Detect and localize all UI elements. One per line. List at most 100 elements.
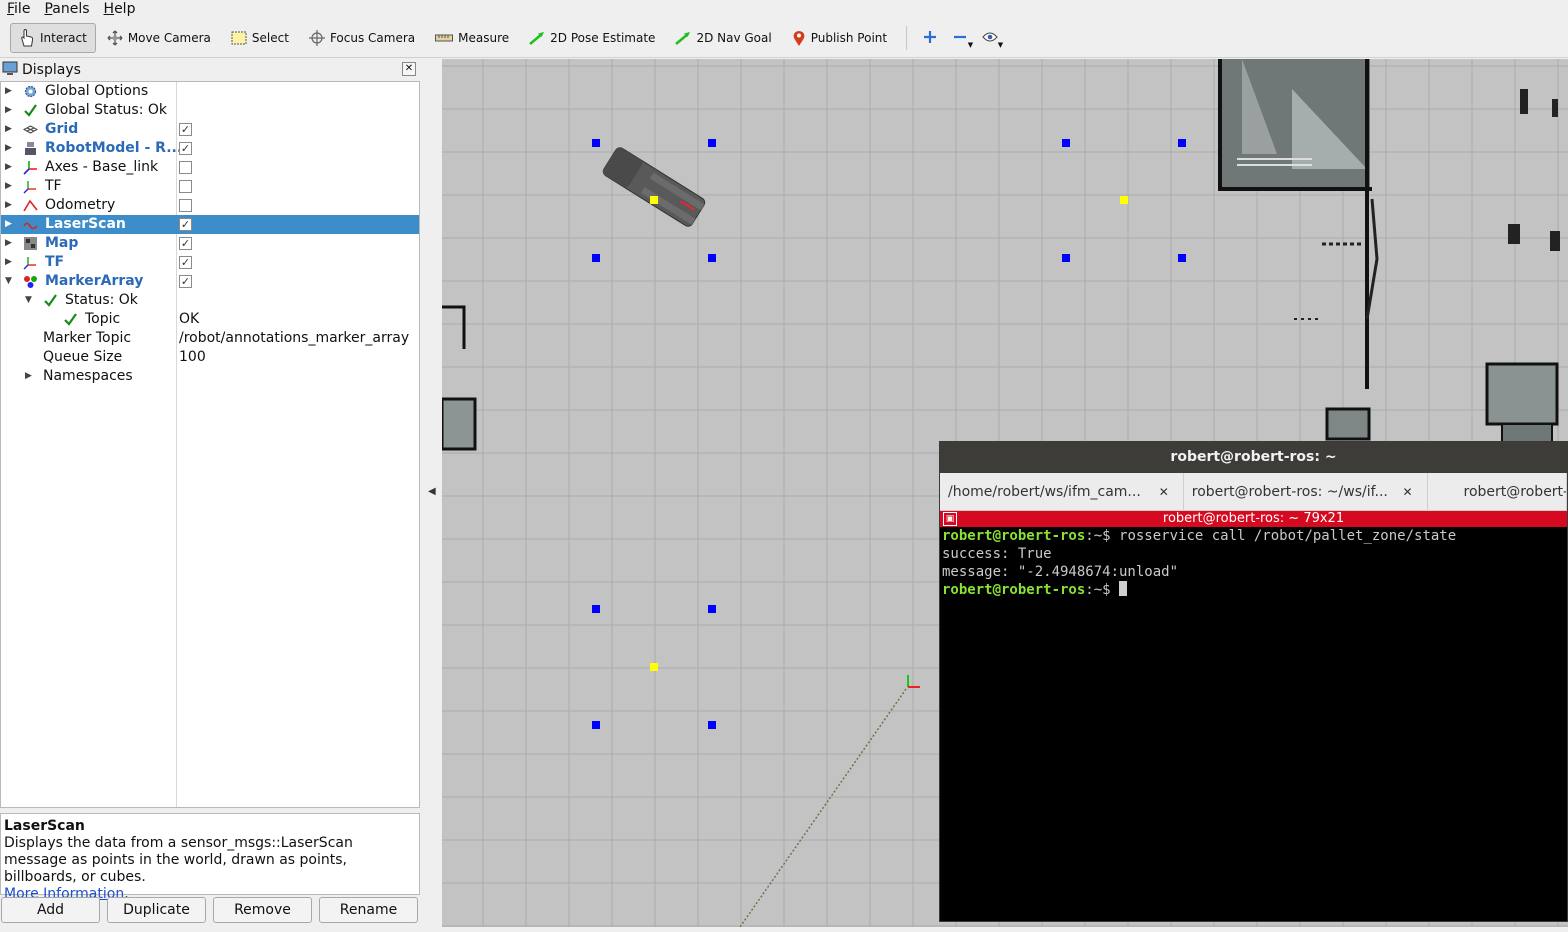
display-row-tf[interactable]: ▶ TF [1, 177, 419, 196]
terminal-window[interactable]: robert@robert-ros: ~ /home/robert/ws/ifm… [939, 441, 1568, 922]
marker-point-blue [592, 605, 600, 613]
terminal-output[interactable]: robert@robert-ros:~$ rosservice call /ro… [940, 527, 1567, 599]
display-row-label: Odometry [45, 197, 116, 213]
terminal-tab-2[interactable]: robert@robert-ros: ~/ws/if... ✕ [1184, 473, 1428, 510]
panel-splitter[interactable]: ◀ [420, 59, 442, 927]
marker-point-blue [1178, 139, 1186, 147]
monitor-icon [2, 61, 18, 80]
enable-checkbox[interactable]: ✓ [179, 123, 192, 136]
tool-2d-pose-estimate[interactable]: 2D Pose Estimate [520, 23, 664, 53]
display-row-label: Namespaces [43, 368, 133, 384]
display-row-tf[interactable]: ▶ TF ✓ [1, 253, 419, 272]
close-panel-button[interactable]: ✕ [402, 62, 416, 76]
marker-point-blue [708, 721, 716, 729]
marker-point-blue [708, 605, 716, 613]
collapse-arrow-icon[interactable]: ▶ [5, 215, 15, 234]
display-row-value[interactable]: /robot/annotations_marker_array [179, 329, 409, 348]
display-row-queue-size[interactable]: Queue Size 100 [1, 348, 419, 367]
map-wall [442, 305, 466, 349]
terminal-tab-3[interactable]: robert@robert- [1428, 473, 1567, 510]
view-options-button[interactable]: ▼ [975, 23, 1005, 53]
rename-button[interactable]: Rename [319, 897, 418, 923]
eye-icon [982, 31, 998, 46]
enable-checkbox[interactable]: ✓ [179, 275, 192, 288]
display-row-global-status-ok[interactable]: ▶ Global Status: Ok [1, 101, 419, 120]
add-tool-button[interactable] [915, 23, 945, 53]
prompt-suffix: :~$ [1085, 528, 1120, 544]
display-row-odometry[interactable]: ▶ Odometry [1, 196, 419, 215]
marker-point-yellow [650, 663, 658, 671]
green-arrow-icon [529, 30, 545, 46]
display-row-value[interactable]: 100 [179, 348, 206, 367]
enable-checkbox[interactable] [179, 199, 192, 212]
enable-checkbox[interactable]: ✓ [179, 218, 192, 231]
expand-arrow-icon[interactable]: ▼ [5, 272, 15, 291]
collapse-arrow-icon[interactable]: ◀ [428, 486, 436, 497]
remove-button[interactable]: Remove [213, 897, 312, 923]
prompt-suffix: :~$ [1085, 582, 1120, 598]
collapse-arrow-icon[interactable]: ▶ [5, 82, 15, 101]
display-row-axes-base-link[interactable]: ▶ Axes - Base_link [1, 158, 419, 177]
display-row-global-options[interactable]: ▶ Global Options [1, 82, 419, 101]
display-row-marker-topic[interactable]: Marker Topic/robot/annotations_marker_ar… [1, 329, 419, 348]
tab-label: /home/robert/ws/ifm_cam... [948, 484, 1141, 500]
enable-checkbox[interactable]: ✓ [179, 237, 192, 250]
display-row-status-ok[interactable]: ▼ Status: Ok [1, 291, 419, 310]
collapse-arrow-icon[interactable]: ▶ [5, 253, 15, 272]
tool-focus-camera[interactable]: Focus Camera [300, 23, 424, 53]
menubar: File Panels Help [0, 0, 1568, 18]
collapse-arrow-icon[interactable]: ▶ [25, 367, 35, 386]
display-row-namespaces[interactable]: ▶ Namespaces [1, 367, 419, 386]
enable-checkbox[interactable] [179, 180, 192, 193]
collapse-arrow-icon[interactable]: ▶ [5, 177, 15, 196]
check-icon [43, 293, 58, 308]
tool-measure[interactable]: Measure [426, 23, 518, 53]
tool-move-camera[interactable]: Move Camera [98, 23, 220, 53]
display-row-robotmodel-r[interactable]: ▶ RobotModel - R... ✓ [1, 139, 419, 158]
enable-checkbox[interactable] [179, 161, 192, 174]
display-row-label: Marker Topic [43, 330, 132, 346]
expand-arrow-icon[interactable]: ▼ [25, 291, 35, 310]
display-row-label: Status: Ok [65, 292, 138, 308]
add-button[interactable]: Add [1, 897, 100, 923]
tool-label: Measure [458, 31, 510, 45]
map-pin-icon [792, 30, 806, 47]
display-row-markerarray[interactable]: ▼ MarkerArray ✓ [1, 272, 419, 291]
tab-label: robert@robert-ros: ~/ws/if... [1191, 484, 1388, 500]
command-text: rosservice call /robot/pallet_zone/state [1119, 528, 1457, 544]
menu-file[interactable]: File [0, 0, 37, 18]
collapse-arrow-icon[interactable]: ▶ [5, 158, 15, 177]
close-icon[interactable]: ✕ [1159, 473, 1169, 510]
tool-publish-point[interactable]: Publish Point [783, 23, 896, 53]
collapse-arrow-icon[interactable]: ▶ [5, 196, 15, 215]
display-row-grid[interactable]: ▶ Grid ✓ [1, 120, 419, 139]
collapse-arrow-icon[interactable]: ▶ [5, 234, 15, 253]
remove-tool-button[interactable]: ▼ [945, 23, 975, 53]
description-text: Displays the data from a sensor_msgs::La… [4, 835, 353, 885]
terminal-menu-icon[interactable]: ▣ [943, 512, 957, 526]
terminal-session-bar: ▣ robert@robert-ros: ~ 79x21 [940, 511, 1567, 527]
close-icon[interactable]: ✕ [1402, 473, 1412, 510]
display-row-laserscan[interactable]: ▶ LaserScan ✓ [1, 215, 419, 234]
tool-select[interactable]: Select [222, 23, 298, 53]
terminal-titlebar[interactable]: robert@robert-ros: ~ [940, 442, 1567, 473]
display-row-topic[interactable]: Topic OK [1, 310, 419, 329]
tool-interact[interactable]: Interact [10, 23, 96, 53]
marker-point-blue [592, 139, 600, 147]
tool-2d-nav-goal[interactable]: 2D Nav Goal [666, 23, 780, 53]
terminal-tab-1[interactable]: /home/robert/ws/ifm_cam... ✕ [940, 473, 1184, 510]
tool-label: Publish Point [810, 31, 888, 45]
menu-help[interactable]: Help [97, 0, 143, 18]
output-text: message: "-2.4948674:unload" [942, 564, 1179, 580]
collapse-arrow-icon[interactable]: ▶ [5, 139, 15, 158]
collapse-arrow-icon[interactable]: ▶ [5, 101, 15, 120]
enable-checkbox[interactable]: ✓ [179, 142, 192, 155]
display-row-value[interactable]: OK [179, 310, 199, 329]
display-row-label: Global Options [45, 83, 149, 99]
marker-point-yellow [650, 196, 658, 204]
enable-checkbox[interactable]: ✓ [179, 256, 192, 269]
collapse-arrow-icon[interactable]: ▶ [5, 120, 15, 139]
display-row-map[interactable]: ▶ Map ✓ [1, 234, 419, 253]
menu-panels[interactable]: Panels [37, 0, 96, 18]
duplicate-button[interactable]: Duplicate [107, 897, 206, 923]
